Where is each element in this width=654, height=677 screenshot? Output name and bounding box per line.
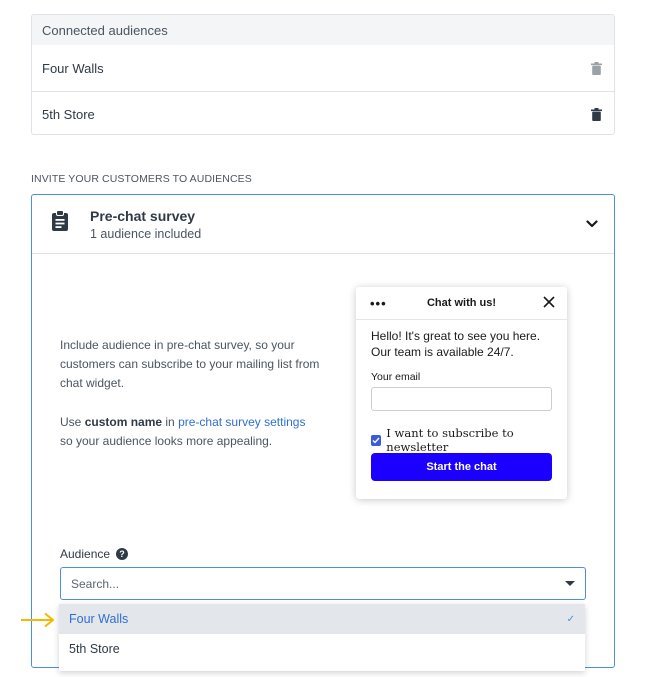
audience-name: 5th Store (42, 107, 95, 122)
audience-dropdown: Four Walls ✓ 5th Store (59, 604, 585, 671)
connected-audiences-card: Connected audiences Four Walls 5th Store (31, 14, 615, 135)
newsletter-checkbox-row: I want to subscribe to newsletter (371, 426, 567, 454)
help-icon[interactable]: ? (116, 548, 129, 560)
audience-label: Audience ? (60, 547, 129, 561)
close-icon (543, 296, 555, 308)
pre-chat-survey-panel: Pre-chat survey 1 audience included Incl… (31, 194, 615, 668)
dropdown-option[interactable]: 5th Store (59, 634, 585, 664)
chat-greeting: Hello! It's great to see you here. Our t… (371, 329, 541, 359)
audience-name: Four Walls (42, 60, 104, 76)
start-chat-button: Start the chat (371, 453, 552, 481)
trash-icon[interactable] (588, 60, 604, 76)
check-icon: ✓ (566, 613, 575, 625)
chat-header: ••• Chat with us! (356, 287, 567, 320)
pre-chat-settings-link[interactable]: pre-chat survey settings (178, 415, 305, 429)
audience-row: Four Walls (32, 45, 614, 91)
clipboard-icon (52, 210, 68, 231)
chat-title: Chat with us! (426, 297, 497, 309)
arrow-right-icon (21, 612, 55, 628)
chevron-down-icon[interactable] (586, 219, 598, 229)
custom-name-hint: Use custom name in pre-chat survey setti… (60, 413, 320, 451)
hint-suffix: so your audience looks more appealing. (60, 434, 273, 448)
hint-mid: in (162, 415, 179, 429)
newsletter-label: I want to subscribe to newsletter (386, 426, 514, 454)
hint-prefix: Use (60, 415, 85, 429)
connected-audiences-header: Connected audiences (32, 15, 614, 45)
hint-bold: custom name (84, 415, 163, 429)
email-label: Your email (371, 371, 421, 383)
option-label: Four Walls (69, 612, 129, 626)
option-label: 5th Store (69, 642, 120, 656)
email-field (371, 387, 552, 411)
audience-row: 5th Store (32, 91, 614, 134)
panel-header[interactable]: Pre-chat survey 1 audience included (32, 195, 614, 254)
dropdown-option[interactable]: Four Walls ✓ (59, 604, 585, 634)
invite-section-label: INVITE YOUR CUSTOMERS TO AUDIENCES (31, 173, 252, 185)
caret-down-icon (565, 581, 575, 586)
panel-subtitle: 1 audience included (90, 227, 202, 241)
pre-chat-description: Include audience in pre-chat survey, so … (60, 338, 320, 390)
panel-title: Pre-chat survey (90, 208, 196, 224)
checkbox-checked-icon (371, 434, 382, 446)
trash-icon[interactable] (588, 107, 604, 123)
search-placeholder: Search... (71, 576, 120, 591)
audience-label-text: Audience (60, 547, 111, 561)
audience-select[interactable]: Search... (60, 567, 586, 600)
chat-widget-preview: ••• Chat with us! Hello! It's great to s… (356, 287, 567, 499)
